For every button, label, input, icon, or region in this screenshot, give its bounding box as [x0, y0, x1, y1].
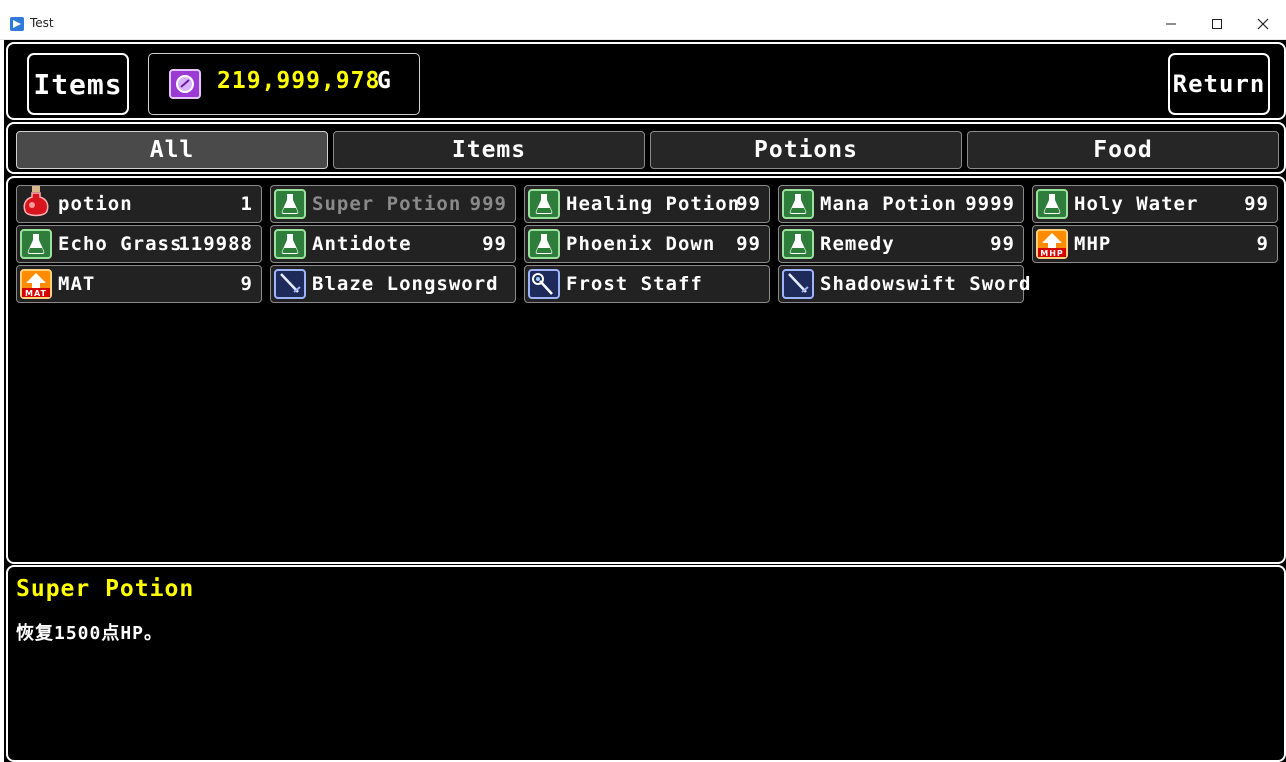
item-slot[interactable]: Frost Staff	[524, 265, 770, 303]
item-list-panel: potion 1 Super Potion 999 Healing Potion 99 Ma…	[6, 176, 1286, 564]
help-item-description: 恢复1500点HP。	[16, 623, 164, 644]
mat-up-icon: MAT	[20, 269, 52, 299]
item-name: Healing Potion	[566, 193, 741, 215]
item-name: Antidote	[312, 233, 412, 255]
item-slot[interactable]: Phoenix Down 99	[524, 225, 770, 263]
item-name: Mana Potion	[820, 193, 957, 215]
tab-all[interactable]: All	[16, 131, 328, 169]
window-titlebar: Test	[0, 0, 1286, 40]
tab-items[interactable]: Items	[333, 131, 645, 169]
close-button[interactable]	[1240, 10, 1286, 38]
item-quantity: 99	[990, 233, 1015, 255]
item-slot[interactable]: Mana Potion 9999	[778, 185, 1024, 223]
app-icon	[10, 17, 24, 31]
potion-flask-icon	[782, 189, 814, 219]
item-slot[interactable]: Blaze Longsword	[270, 265, 516, 303]
gold-currency-unit: G	[377, 68, 392, 94]
potion-flask-icon	[1036, 189, 1068, 219]
item-name: potion	[58, 193, 133, 215]
item-quantity: 99	[482, 233, 507, 255]
item-name: Blaze Longsword	[312, 273, 499, 295]
item-quantity: 9	[240, 273, 253, 295]
maximize-icon	[1212, 19, 1222, 29]
potion-flask-icon	[782, 229, 814, 259]
category-panel: All Items Potions Food	[6, 122, 1286, 174]
window-title: Test	[30, 16, 54, 30]
item-name: Shadowswift Sword	[820, 273, 1032, 295]
gold-window: 219,999,978 G	[148, 53, 420, 115]
item-quantity: 119988	[178, 233, 253, 255]
item-slot[interactable]: Shadowswift Sword	[778, 265, 1030, 303]
item-name: MAT	[58, 273, 96, 295]
help-item-name: Super Potion	[16, 576, 195, 602]
tab-food[interactable]: Food	[967, 131, 1279, 169]
close-icon	[1257, 18, 1269, 30]
item-quantity: 9	[1256, 233, 1269, 255]
potion-flask-icon	[528, 189, 560, 219]
potion-flask-icon	[274, 189, 306, 219]
sword-icon	[274, 269, 306, 299]
return-button[interactable]: Return	[1168, 53, 1270, 115]
item-slot[interactable]: Holy Water 99	[1032, 185, 1278, 223]
item-name: Echo Grass	[58, 233, 183, 255]
potion-flask-icon	[274, 229, 306, 259]
item-slot[interactable]: MHP MHP 9	[1032, 225, 1278, 263]
item-slot[interactable]: MAT MAT 9	[16, 265, 262, 303]
red-potion-icon	[20, 185, 52, 217]
game-screen: Items 219,999,978 G Return All Items Potio…	[4, 40, 1286, 762]
item-quantity: 99	[736, 193, 761, 215]
item-name: Frost Staff	[566, 273, 703, 295]
item-quantity: 99	[1244, 193, 1269, 215]
item-slot[interactable]: potion 1	[16, 185, 262, 223]
minimize-icon	[1166, 23, 1176, 25]
item-quantity: 99	[736, 233, 761, 255]
item-name: Holy Water	[1074, 193, 1199, 215]
item-name: Super Potion	[312, 193, 462, 215]
item-slot[interactable]: Antidote 99	[270, 225, 516, 263]
gold-amount: 219,999,978	[217, 68, 381, 94]
help-panel: Super Potion 恢复1500点HP。	[6, 565, 1286, 762]
minimize-button[interactable]	[1148, 10, 1194, 38]
potion-flask-icon	[528, 229, 560, 259]
item-quantity: 1	[240, 193, 253, 215]
item-quantity: 9999	[965, 193, 1015, 215]
tab-potions[interactable]: Potions	[650, 131, 962, 169]
item-slot[interactable]: Healing Potion 99	[524, 185, 770, 223]
item-name: Remedy	[820, 233, 895, 255]
item-name: Phoenix Down	[566, 233, 716, 255]
item-slot[interactable]: Super Potion 999	[270, 185, 516, 223]
menu-title: Items	[27, 53, 129, 115]
item-slot[interactable]: Echo Grass 119988	[16, 225, 262, 263]
svg-text:MHP: MHP	[1040, 249, 1064, 257]
staff-icon	[528, 269, 560, 299]
mhp-up-icon: MHP	[1036, 229, 1068, 259]
potion-flask-icon	[20, 229, 52, 259]
maximize-button[interactable]	[1194, 10, 1240, 38]
svg-text:MAT: MAT	[25, 289, 47, 297]
item-name: MHP	[1074, 233, 1112, 255]
item-quantity: 999	[469, 193, 507, 215]
sword-icon	[782, 269, 814, 299]
item-slot[interactable]: Remedy 99	[778, 225, 1024, 263]
header-panel: Items 219,999,978 G Return	[6, 42, 1286, 120]
coin-icon	[169, 69, 201, 99]
